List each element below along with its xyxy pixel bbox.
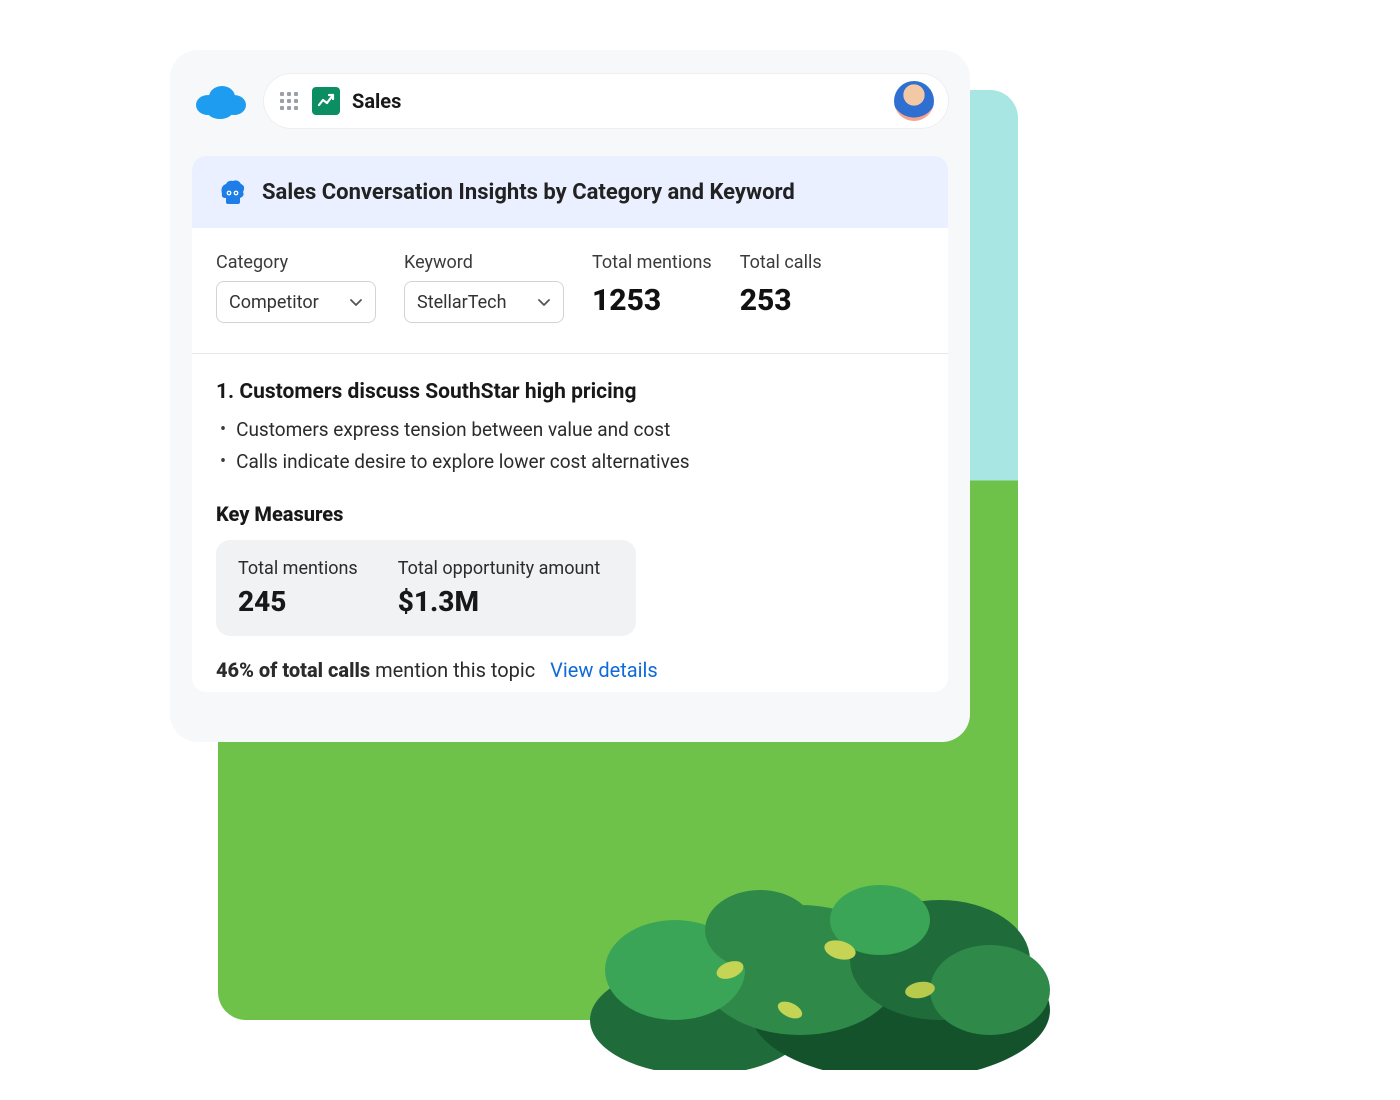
measure-total-mentions: Total mentions 245 bbox=[238, 558, 358, 618]
app-switcher-chip[interactable]: Sales bbox=[264, 74, 948, 128]
measure-value: $1.3M bbox=[398, 585, 601, 618]
total-mentions-value: 1253 bbox=[592, 283, 712, 318]
footer-rest: mention this topic bbox=[370, 658, 535, 682]
view-details-link[interactable]: View details bbox=[550, 658, 658, 682]
chevron-down-icon bbox=[537, 295, 551, 309]
insight-body: 1. Customers discuss SouthStar high pric… bbox=[192, 354, 948, 692]
sales-app-icon bbox=[312, 87, 340, 115]
filters-row: Category Competitor Keyword StellarTech … bbox=[192, 228, 948, 354]
keyword-value: StellarTech bbox=[417, 292, 507, 313]
measure-label: Total mentions bbox=[238, 558, 358, 579]
total-calls-value: 253 bbox=[740, 283, 822, 318]
app-launcher-icon[interactable] bbox=[278, 90, 300, 112]
einstein-icon bbox=[216, 176, 248, 208]
measure-label: Total opportunity amount bbox=[398, 558, 601, 579]
footer-bold: 46% of total calls bbox=[216, 658, 370, 682]
total-mentions-metric: Total mentions 1253 bbox=[592, 252, 712, 323]
key-measures-heading: Key Measures bbox=[216, 502, 924, 526]
chevron-down-icon bbox=[349, 295, 363, 309]
measures-box: Total mentions 245 Total opportunity amo… bbox=[216, 540, 636, 636]
category-select[interactable]: Competitor bbox=[216, 281, 376, 323]
measure-total-opportunity: Total opportunity amount $1.3M bbox=[398, 558, 601, 618]
measure-value: 245 bbox=[238, 585, 358, 618]
user-avatar[interactable] bbox=[894, 81, 934, 121]
main-card: Sales Sales Conversation Insights by Cat… bbox=[170, 50, 970, 742]
keyword-filter: Keyword StellarTech bbox=[404, 252, 564, 323]
insight-bullet-list: Customers express tension between value … bbox=[216, 414, 924, 478]
keyword-select[interactable]: StellarTech bbox=[404, 281, 564, 323]
app-name-label: Sales bbox=[352, 89, 401, 113]
category-filter: Category Competitor bbox=[216, 252, 376, 323]
top-bar: Sales bbox=[192, 74, 948, 128]
insights-panel: Sales Conversation Insights by Category … bbox=[192, 156, 948, 692]
total-calls-label: Total calls bbox=[740, 252, 822, 273]
insight-title: 1. Customers discuss SouthStar high pric… bbox=[216, 380, 924, 404]
insight-bullet: Customers express tension between value … bbox=[220, 414, 924, 446]
salesforce-cloud-icon bbox=[192, 81, 248, 121]
panel-title: Sales Conversation Insights by Category … bbox=[262, 180, 795, 205]
footer-summary: 46% of total calls mention this topic Vi… bbox=[216, 658, 924, 682]
keyword-label: Keyword bbox=[404, 252, 564, 273]
category-value: Competitor bbox=[229, 292, 319, 313]
insight-bullet: Calls indicate desire to explore lower c… bbox=[220, 446, 924, 478]
category-label: Category bbox=[216, 252, 376, 273]
panel-header: Sales Conversation Insights by Category … bbox=[192, 156, 948, 228]
total-calls-metric: Total calls 253 bbox=[740, 252, 822, 323]
total-mentions-label: Total mentions bbox=[592, 252, 712, 273]
